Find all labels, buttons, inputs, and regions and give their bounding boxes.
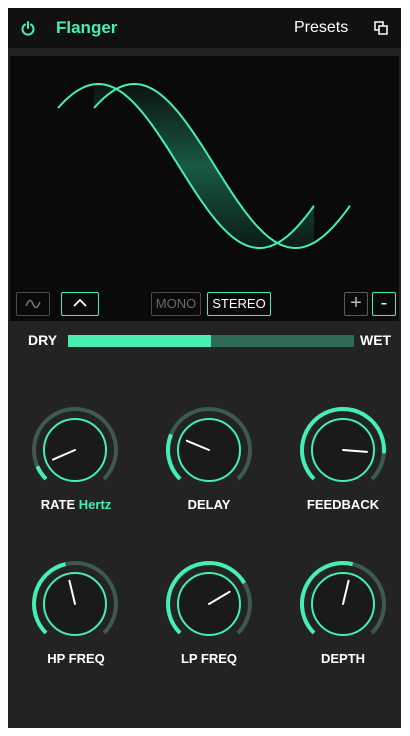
plus-label: + <box>350 292 362 314</box>
mono-button[interactable]: MONO <box>151 292 201 316</box>
triangle-wave-button[interactable] <box>61 292 99 316</box>
waveform-fill <box>94 84 314 248</box>
lfo-waveform <box>57 83 351 249</box>
sine-wave-icon <box>25 299 41 309</box>
depth-label: DEPTH <box>320 651 366 666</box>
power-icon[interactable] <box>20 20 36 36</box>
rate-label: RATE <box>40 497 76 512</box>
plugin-title: Flanger <box>56 18 118 37</box>
feedback-knob[interactable] <box>297 404 389 496</box>
mono-label: MONO <box>155 296 197 311</box>
controls-panel <box>8 323 401 728</box>
delay-knob[interactable] <box>163 404 255 496</box>
minus-button[interactable]: - <box>372 292 396 316</box>
rate-label-group: RATE Hertz <box>16 497 136 512</box>
hp-freq-label: HP FREQ <box>47 651 105 666</box>
lp-freq-knob[interactable] <box>163 558 255 650</box>
depth-knob[interactable] <box>297 558 389 650</box>
delay-label: DELAY <box>187 497 231 512</box>
dry-wet-slider[interactable] <box>68 335 354 347</box>
stereo-button[interactable]: STEREO <box>207 292 271 316</box>
presets-button[interactable]: Presets <box>294 19 348 37</box>
rate-unit[interactable]: Hertz <box>79 497 112 512</box>
copy-icon[interactable] <box>374 21 388 35</box>
rate-knob[interactable] <box>29 404 121 496</box>
triangle-wave-icon <box>73 298 87 307</box>
stereo-label: STEREO <box>212 296 266 311</box>
wet-label: WET <box>360 332 392 348</box>
flanger-plugin-window: Flanger Presets MONO STEREO + - DRY WET … <box>8 8 401 728</box>
minus-label: - <box>380 292 388 314</box>
plugin-header: Flanger Presets <box>8 8 401 48</box>
rate-knob-value-arc <box>35 465 48 481</box>
lp-freq-label: LP FREQ <box>180 651 238 666</box>
sine-wave-button[interactable] <box>16 292 50 316</box>
waveform-display: MONO STEREO + - <box>10 56 399 321</box>
plus-button[interactable]: + <box>344 292 368 316</box>
dry-label: DRY <box>28 332 58 348</box>
feedback-label: FEEDBACK <box>306 497 380 512</box>
dry-wet-slider-fill <box>68 335 211 347</box>
hp-freq-knob[interactable] <box>29 558 121 650</box>
